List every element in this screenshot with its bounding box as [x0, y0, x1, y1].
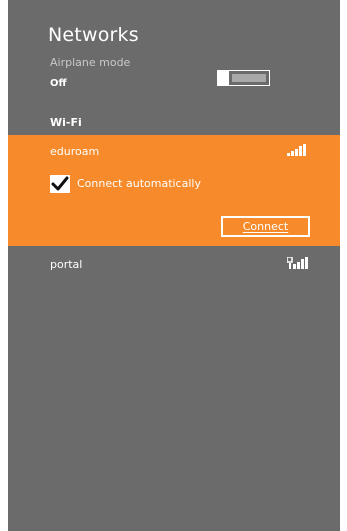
connect-button[interactable]: Connect [221, 216, 310, 237]
networks-panel: Networks Airplane mode Off Wi-Fi eduroam… [8, 0, 340, 531]
toggle-thumb [218, 71, 229, 85]
page-title: Networks [48, 24, 139, 46]
connect-automatically-label: Connect automatically [77, 177, 201, 190]
network-item-eduroam[interactable]: eduroam Connect automatically Connect [8, 135, 340, 246]
toggle-track [232, 74, 266, 82]
airplane-mode-label: Airplane mode [50, 56, 131, 69]
checkmark-icon [51, 176, 69, 191]
wifi-section-header: Wi-Fi [50, 116, 82, 129]
network-name: eduroam [50, 145, 100, 158]
wifi-signal-icon [287, 144, 306, 156]
airplane-mode-state: Off [50, 78, 67, 89]
wifi-signal-open-icon [287, 257, 308, 269]
network-item-portal[interactable]: portal [8, 251, 340, 277]
connect-automatically-checkbox[interactable] [50, 175, 70, 193]
airplane-mode-toggle[interactable] [217, 70, 270, 86]
network-name: portal [50, 258, 83, 271]
